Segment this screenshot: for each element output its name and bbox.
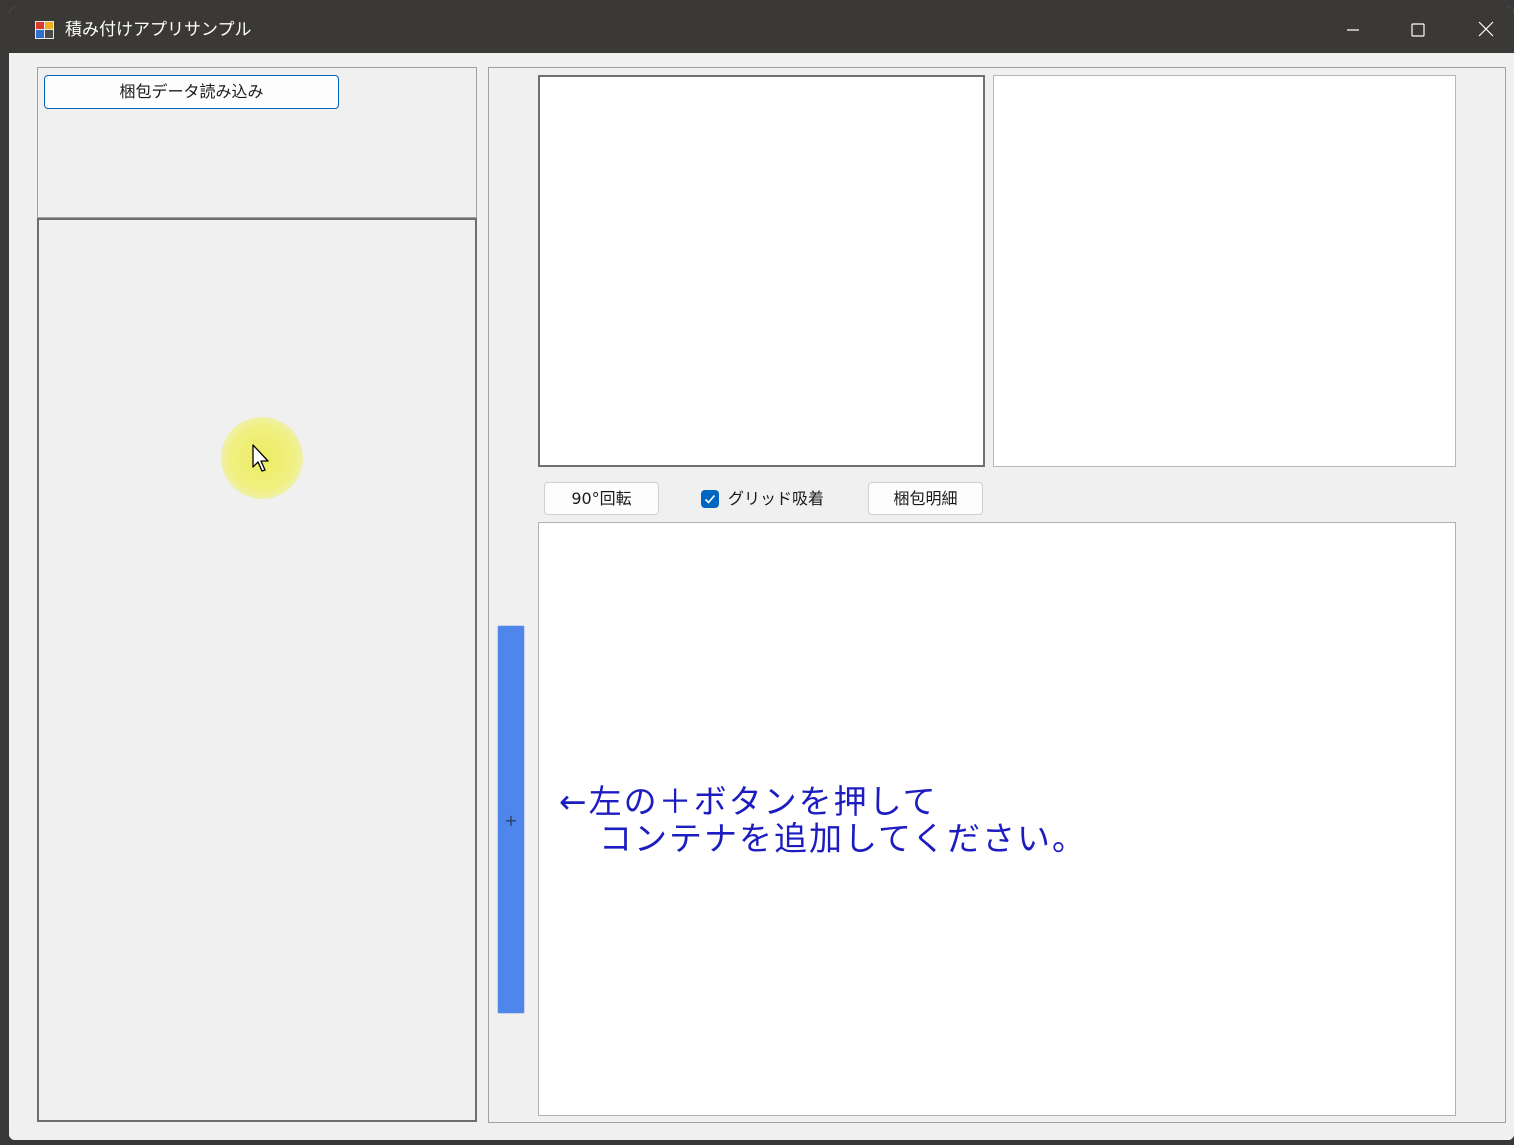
minimize-icon — [1347, 29, 1359, 31]
title-bar[interactable]: 積み付けアプリサンプル — [9, 6, 1514, 53]
maximize-icon — [1411, 23, 1425, 37]
minimize-button[interactable] — [1319, 6, 1385, 53]
load-packing-data-button[interactable]: 梱包データ読み込み — [44, 75, 339, 109]
mouse-pointer-icon — [252, 444, 269, 472]
add-container-hint: ←左の＋ボタンを押して コンテナを追加してください。 — [559, 783, 1087, 857]
checkbox-checked-icon[interactable] — [701, 490, 719, 508]
rotate-90-button[interactable]: 90°回転 — [544, 482, 659, 515]
side-view-canvas[interactable] — [993, 75, 1456, 467]
app-window: 積み付けアプリサンプル 梱包データ読み込み 90°回転 グリッド吸着 梱包明細 … — [9, 6, 1514, 1140]
grid-snap-label: グリッド吸着 — [728, 489, 825, 508]
hint-line-1: ←左の＋ボタンを押して — [559, 782, 938, 821]
client-area: 梱包データ読み込み 90°回転 グリッド吸着 梱包明細 + ←左の＋ボタンを押し… — [9, 53, 1514, 1140]
front-view-canvas[interactable] — [538, 75, 985, 467]
add-container-button[interactable]: + — [497, 625, 525, 1014]
close-icon — [1478, 21, 1494, 37]
window-title: 積み付けアプリサンプル — [65, 20, 252, 40]
hint-line-2: コンテナを追加してください。 — [599, 819, 1088, 858]
maximize-button[interactable] — [1385, 6, 1451, 53]
packing-detail-button[interactable]: 梱包明細 — [868, 482, 983, 515]
close-button[interactable] — [1451, 6, 1514, 53]
app-window-icon — [35, 21, 54, 39]
packing-item-list[interactable] — [37, 218, 477, 1122]
